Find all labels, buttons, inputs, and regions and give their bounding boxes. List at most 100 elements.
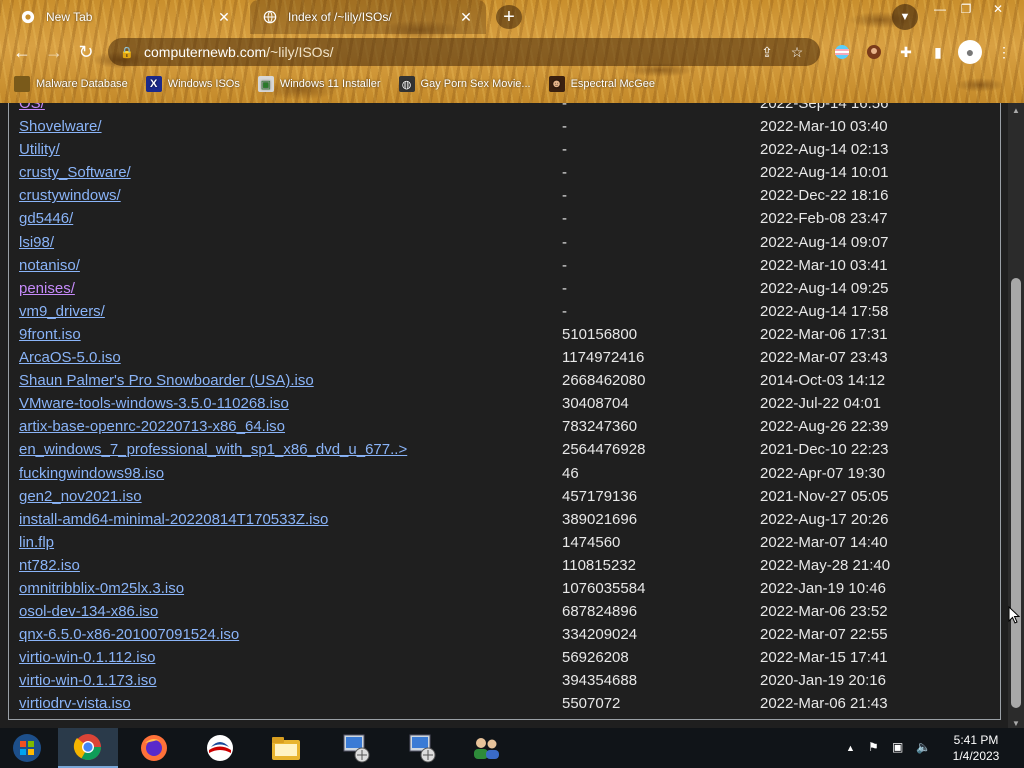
bookmark-label: Espectral McGee (570, 78, 655, 90)
network-icon[interactable]: ▣ (892, 740, 903, 754)
close-window-button[interactable]: ✕ (984, 0, 1012, 18)
url-text: computernewb.com/~lily/ISOs/ (144, 44, 748, 60)
table-row: en_windows_7_professional_with_sp1_x86_d… (19, 439, 999, 462)
scrollbar-thumb[interactable] (1011, 278, 1021, 708)
file-link[interactable]: gen2_nov2021.iso (19, 488, 142, 505)
show-hidden-icons-icon[interactable]: ▲ (846, 743, 855, 753)
file-link[interactable]: lsi98/ (19, 234, 54, 251)
forward-button[interactable]: → (42, 40, 66, 64)
file-link[interactable]: crusty_Software/ (19, 164, 131, 181)
taskbar-obama-app[interactable] (190, 728, 250, 768)
file-link[interactable]: ArcaOS-5.0.iso (19, 349, 121, 366)
file-link[interactable]: penises/ (19, 280, 75, 297)
extension-flag-icon[interactable] (832, 42, 852, 62)
vertical-scrollbar[interactable]: ▲ ▼ (1008, 103, 1024, 730)
bookmark-movie[interactable]: ◍ Gay Porn Sex Movie... (398, 76, 531, 92)
taskbar-network-app-1[interactable] (326, 728, 386, 768)
table-row: qnx-6.5.0-x86-201007091524.iso 334209024 2… (19, 624, 999, 647)
system-clock[interactable]: 5:41 PM 1/4/2023 (940, 732, 1012, 764)
taskbar-users-app[interactable] (456, 728, 516, 768)
chrome-icon (20, 9, 36, 25)
file-size: 1076035584 (562, 579, 646, 597)
file-date: 2021-Dec-10 22:23 (760, 441, 889, 459)
file-link[interactable]: VMware-tools-windows-3.5.0-110268.iso (19, 395, 289, 412)
table-row: lin.flp 1474560 2022-Mar-07 14:40 (19, 532, 999, 555)
file-link[interactable]: notaniso/ (19, 257, 80, 274)
profile-avatar-icon[interactable]: ● (958, 40, 982, 64)
file-link[interactable]: OS/ (19, 103, 45, 112)
table-row: virtiodrv-vista.iso 5507072 2022-Mar-06 21… (19, 693, 999, 716)
file-link[interactable]: gd5446/ (19, 210, 73, 227)
file-date: 2022-May-28 21:40 (760, 556, 891, 574)
reload-button[interactable]: ↻ (74, 40, 98, 64)
bookmark-malware-database[interactable]: Malware Database (14, 76, 128, 92)
action-center-flag-icon[interactable]: ⚑ (868, 740, 879, 754)
file-size: - (562, 164, 567, 182)
table-row: install-amd64-minimal-20220814T170533Z.i… (19, 509, 999, 532)
browser-chrome: New Tab ✕ Index of /~lily/ISOs/ ✕ + ▼ — … (0, 0, 1024, 103)
file-link[interactable]: install-amd64-minimal-20220814T170533Z.i… (19, 511, 328, 528)
file-size: 2668462080 (562, 372, 646, 390)
minimize-button[interactable]: — (926, 0, 954, 18)
file-date: 2022-Mar-10 03:41 (760, 256, 888, 274)
close-icon[interactable]: ✕ (216, 9, 232, 25)
restore-button[interactable]: ❐ (952, 0, 980, 18)
menu-kebab-icon[interactable]: ⋮ (994, 42, 1014, 62)
file-link[interactable]: Shovelware/ (19, 118, 102, 135)
file-link[interactable]: vm9_drivers/ (19, 303, 105, 320)
file-link[interactable]: virtio-win-0.1.112.iso (19, 649, 155, 666)
arrow-right-icon: → (45, 41, 63, 62)
file-size: 110815232 (562, 556, 636, 574)
table-row: fuckingwindows98.iso 46 2022-Apr-07 19:30 (19, 463, 999, 486)
file-link[interactable]: virtio-win-0.1.173.iso (19, 672, 157, 689)
file-size: 783247360 (562, 418, 638, 436)
file-date: 2022-Mar-06 23:52 (760, 603, 888, 621)
table-row: virtio-win-0.1.173.iso 394354688 2020-Jan-… (19, 670, 999, 693)
table-row: Shaun Palmer's Pro Snowboarder (USA).iso… (19, 370, 999, 393)
address-bar[interactable]: 🔒 computernewb.com/~lily/ISOs/ ⇪ ☆ (108, 38, 820, 66)
file-link[interactable]: crustywindows/ (19, 187, 121, 204)
tab-index-of-isos[interactable]: Index of /~lily/ISOs/ ✕ (250, 0, 486, 34)
taskbar-network-app-2[interactable] (392, 728, 452, 768)
bookmark-windows-11-installer[interactable]: ▣ Windows 11 Installer (257, 76, 381, 92)
file-link[interactable]: fuckingwindows98.iso (19, 465, 164, 482)
file-date: 2022-Mar-10 03:40 (760, 118, 888, 136)
file-link[interactable]: qnx-6.5.0-x86-201007091524.iso (19, 626, 239, 643)
image-icon: ▣ (257, 76, 274, 92)
puzzle-icon[interactable]: ✚ (896, 42, 916, 62)
extension-avatar-icon[interactable] (864, 42, 884, 62)
volume-icon[interactable]: 🔈 (916, 740, 931, 754)
taskbar-chrome[interactable] (58, 728, 118, 768)
file-size: 2564476928 (562, 441, 646, 459)
tab-search-button[interactable]: ▼ (892, 4, 918, 30)
file-link[interactable]: artix-base-openrc-20220713-x86_64.iso (19, 418, 285, 435)
taskbar-file-explorer[interactable] (256, 728, 316, 768)
file-link[interactable]: 9front.iso (19, 326, 81, 343)
file-link[interactable]: virtiodrv-vista.iso (19, 695, 131, 712)
file-link[interactable]: Utility/ (19, 141, 60, 158)
bookmark-windows-isos[interactable]: X Windows ISOs (145, 76, 240, 92)
tab-new-tab[interactable]: New Tab ✕ (8, 0, 244, 34)
table-row: Shovelware/ - 2022-Mar-10 03:40 (19, 116, 999, 139)
plus-icon: + (503, 5, 515, 28)
close-icon[interactable]: ✕ (458, 9, 474, 25)
file-link[interactable]: Shaun Palmer's Pro Snowboarder (USA).iso (19, 372, 314, 389)
file-link[interactable]: en_windows_7_professional_with_sp1_x86_d… (19, 441, 407, 458)
taskbar-firefox[interactable] (124, 728, 184, 768)
scroll-up-arrow-icon[interactable]: ▲ (1008, 103, 1024, 117)
table-row: crustywindows/ - 2022-Dec-22 18:16 (19, 185, 999, 208)
side-panel-icon[interactable]: ▮ (928, 42, 948, 62)
start-button[interactable] (0, 728, 54, 768)
file-date: 2014-Oct-03 14:12 (760, 372, 886, 390)
file-link[interactable]: lin.flp (19, 534, 54, 551)
share-icon[interactable]: ⇪ (756, 44, 778, 61)
back-button[interactable]: ← (10, 40, 34, 64)
restore-icon: ❐ (960, 2, 972, 16)
bookmark-espectral-mcgee[interactable]: ☻ Espectral McGee (548, 76, 655, 92)
new-tab-button[interactable]: + (496, 5, 522, 29)
file-link[interactable]: nt782.iso (19, 557, 80, 574)
file-link[interactable]: osol-dev-134-x86.iso (19, 603, 158, 620)
table-row: virtio-win-0.1.112.iso 56926208 2022-Mar-1… (19, 647, 999, 670)
file-link[interactable]: omnitribblix-0m25lx.3.iso (19, 580, 184, 597)
star-icon[interactable]: ☆ (786, 44, 808, 61)
